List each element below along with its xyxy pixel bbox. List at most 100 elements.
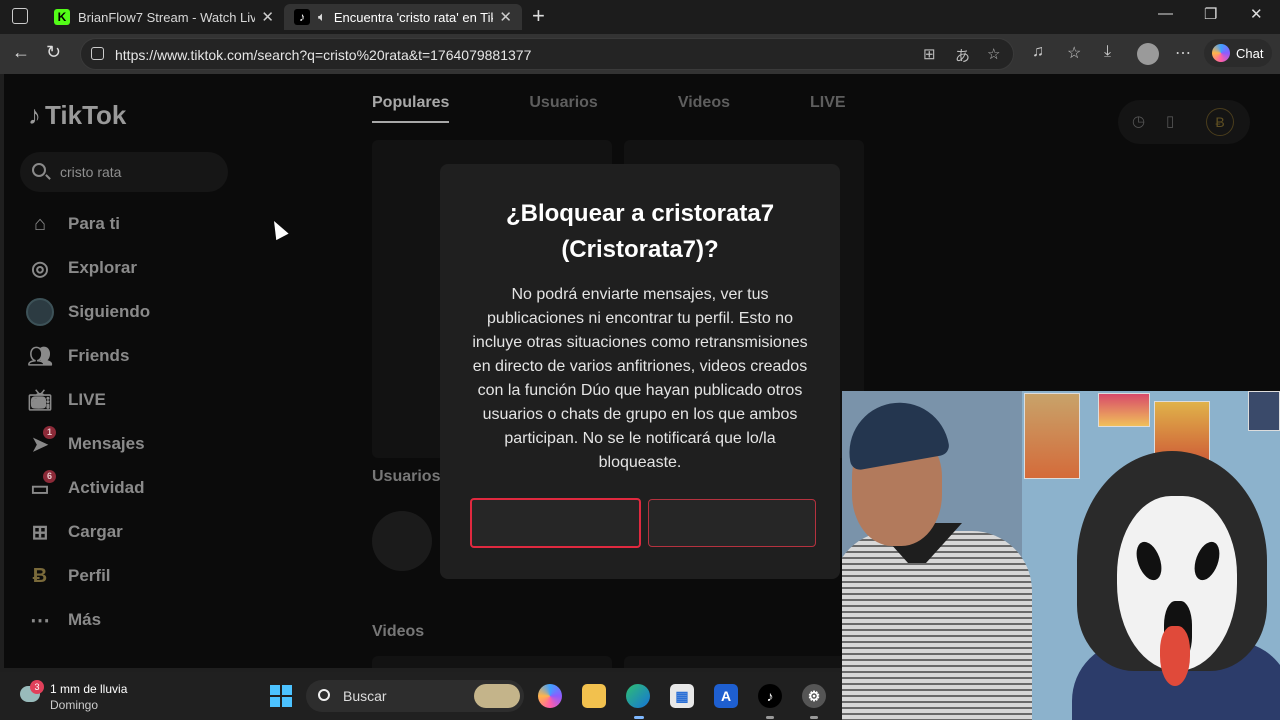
new-tab-icon[interactable]: + bbox=[532, 3, 545, 29]
coin-icon[interactable]: ◷ bbox=[1132, 112, 1145, 130]
sidebar-item-label: Siguiendo bbox=[68, 302, 151, 321]
compass-icon: ◎ bbox=[31, 257, 49, 280]
tab-title: Encuentra 'cristo rata' en TikTok bbox=[333, 9, 494, 25]
close-icon[interactable]: ✕ bbox=[261, 8, 274, 26]
favorites-icon[interactable]: ☆ bbox=[1067, 43, 1081, 63]
file-explorer-icon[interactable] bbox=[582, 684, 606, 708]
block-confirm-button[interactable] bbox=[470, 498, 641, 548]
sidebar-toggle-icon[interactable] bbox=[12, 8, 28, 24]
minimize-icon[interactable]: — bbox=[1158, 5, 1173, 22]
copilot-app-icon[interactable] bbox=[538, 684, 562, 708]
sidebar-item-friends[interactable]: 👥︎ Friends bbox=[24, 340, 129, 372]
windows-taskbar: 3 1 mm de lluvia Domingo Buscar ▦ A ♪ ⚙ bbox=[0, 672, 842, 720]
sidebar-item-label: Explorar bbox=[68, 258, 137, 277]
translate-icon[interactable]: あ bbox=[955, 45, 970, 66]
tab-populares[interactable]: Populares bbox=[372, 94, 450, 123]
tiktok-logo-icon: ♪ bbox=[28, 100, 41, 130]
home-icon: ⌂ bbox=[33, 212, 47, 235]
address-bar-row: ← ↻ https://www.tiktok.com/search?q=cris… bbox=[0, 34, 1280, 74]
video-card[interactable] bbox=[624, 656, 864, 668]
taskbar-search[interactable]: Buscar bbox=[306, 680, 524, 712]
weather-title[interactable]: 1 mm de lluvia bbox=[50, 681, 127, 697]
live-tv-icon: 📺︎ bbox=[27, 389, 53, 412]
settings-icon[interactable]: ⚙ bbox=[802, 684, 826, 708]
windows-start-icon[interactable] bbox=[270, 685, 292, 707]
back-icon[interactable]: ← bbox=[12, 42, 30, 63]
upload-icon: ⊞ bbox=[31, 521, 49, 544]
search-icon bbox=[32, 163, 46, 177]
search-query[interactable]: cristo rata bbox=[60, 164, 121, 180]
edge-icon[interactable] bbox=[626, 684, 650, 708]
more-options-icon[interactable]: ⋯ bbox=[1175, 43, 1191, 63]
sidebar-item-live[interactable]: 📺︎ LIVE bbox=[24, 384, 106, 416]
block-cancel-button[interactable] bbox=[648, 499, 816, 547]
apps-icon[interactable]: ⊞ bbox=[923, 45, 936, 63]
profile-icon: Ƀ bbox=[32, 564, 48, 587]
tab-videos[interactable]: Videos bbox=[678, 94, 730, 123]
user-avatar[interactable]: Ƀ bbox=[1206, 108, 1234, 136]
sidebar-item-perfil[interactable]: Ƀ Perfil bbox=[24, 560, 111, 592]
taskbar-search-label: Buscar bbox=[343, 688, 387, 704]
tiktok-logo[interactable]: ♪ TikTok bbox=[28, 100, 126, 131]
sidebar-item-label: Perfil bbox=[68, 566, 111, 585]
weather-badge: 3 bbox=[30, 680, 44, 694]
copilot-icon bbox=[1212, 44, 1230, 62]
sidebar-item-label: Friends bbox=[68, 346, 130, 365]
restore-icon[interactable]: ❐ bbox=[1204, 5, 1217, 23]
tab-usuarios[interactable]: Usuarios bbox=[529, 94, 597, 123]
dialog-body: No podrá enviarte mensajes, ver tus publ… bbox=[472, 286, 808, 471]
sidebar-item-label: Actividad bbox=[68, 478, 145, 497]
speaker-icon[interactable]: 🔈︎ bbox=[318, 9, 326, 25]
url-text[interactable]: https://www.tiktok.com/search?q=cristo%2… bbox=[115, 47, 531, 63]
authoring-app-icon[interactable]: A bbox=[714, 684, 738, 708]
sidebar-item-label: LIVE bbox=[68, 390, 106, 409]
chat-label: Chat bbox=[1236, 45, 1264, 61]
sidebar-item-label: Mensajes bbox=[68, 434, 145, 453]
browser-tab-bar: K BrianFlow7 Stream - Watch Live o ✕ ♪ 🔈… bbox=[0, 0, 1280, 34]
search-tabs: Populares Usuarios Videos LIVE bbox=[372, 94, 846, 123]
search-icon bbox=[318, 689, 330, 701]
user-result-avatar[interactable] bbox=[372, 511, 432, 571]
poster bbox=[1248, 391, 1280, 431]
header-actions: ◷ ▯ Ƀ bbox=[1118, 100, 1250, 144]
tab-title: BrianFlow7 Stream - Watch Live o bbox=[78, 9, 256, 25]
sidebar-item-cargar[interactable]: ⊞ Cargar bbox=[24, 516, 123, 548]
weather-subtitle[interactable]: Domingo bbox=[50, 697, 98, 713]
downloads-icon[interactable]: ⤓ bbox=[1104, 43, 1111, 61]
sidebar-item-label: Para ti bbox=[68, 214, 120, 233]
tiktok-app-icon[interactable]: ♪ bbox=[758, 684, 782, 708]
notification-badge: 6 bbox=[42, 470, 56, 483]
messages-icon: ➤ 1 bbox=[24, 426, 56, 460]
profile-avatar[interactable] bbox=[1137, 43, 1159, 65]
favorite-star-icon[interactable]: ☆ bbox=[987, 45, 1000, 63]
sidebar-item-para-ti[interactable]: ⌂ Para ti bbox=[24, 208, 120, 240]
tab-kick-stream[interactable]: K BrianFlow7 Stream - Watch Live o ✕ bbox=[44, 4, 284, 30]
dialog-title: ¿Bloquear a cristorata7 (Cristorata7)? bbox=[505, 200, 775, 263]
notification-badge: 1 bbox=[42, 426, 56, 439]
search-highlight-image bbox=[474, 684, 520, 708]
webcam-overlay bbox=[842, 391, 1280, 720]
sidebar-item-mensajes[interactable]: ➤ 1 Mensajes bbox=[24, 426, 145, 460]
activity-icon: ▭ 6 bbox=[24, 470, 56, 504]
sidebar-item-mas[interactable]: ⋯ Más bbox=[24, 604, 101, 636]
kick-icon: K bbox=[54, 9, 70, 25]
window-close-icon[interactable]: ✕ bbox=[1250, 5, 1263, 23]
tab-tiktok-search[interactable]: ♪ 🔈︎ Encuentra 'cristo rata' en TikTok ✕ bbox=[284, 4, 522, 30]
tab-live[interactable]: LIVE bbox=[810, 94, 846, 123]
close-icon[interactable]: ✕ bbox=[499, 8, 512, 26]
store-icon[interactable]: ▦ bbox=[670, 684, 694, 708]
sidebar-item-explorar[interactable]: ◎ Explorar bbox=[24, 252, 137, 284]
media-control-icon[interactable]: ♫ bbox=[1032, 43, 1044, 61]
tiktok-icon: ♪ bbox=[294, 9, 310, 25]
person-left bbox=[842, 531, 1032, 720]
sidebar-item-siguiendo[interactable]: Siguiendo bbox=[24, 296, 150, 328]
sidebar-item-actividad[interactable]: ▭ 6 Actividad bbox=[24, 470, 145, 504]
device-icon[interactable]: ▯ bbox=[1166, 112, 1174, 130]
search-input[interactable]: cristo rata bbox=[20, 152, 228, 192]
url-bar[interactable]: https://www.tiktok.com/search?q=cristo%2… bbox=[80, 38, 1014, 70]
sidebar-item-label: Más bbox=[68, 610, 102, 629]
copilot-chat-button[interactable]: Chat bbox=[1204, 39, 1272, 67]
video-card[interactable] bbox=[372, 656, 612, 668]
refresh-icon[interactable]: ↻ bbox=[46, 42, 61, 63]
site-info-icon[interactable] bbox=[91, 47, 104, 60]
